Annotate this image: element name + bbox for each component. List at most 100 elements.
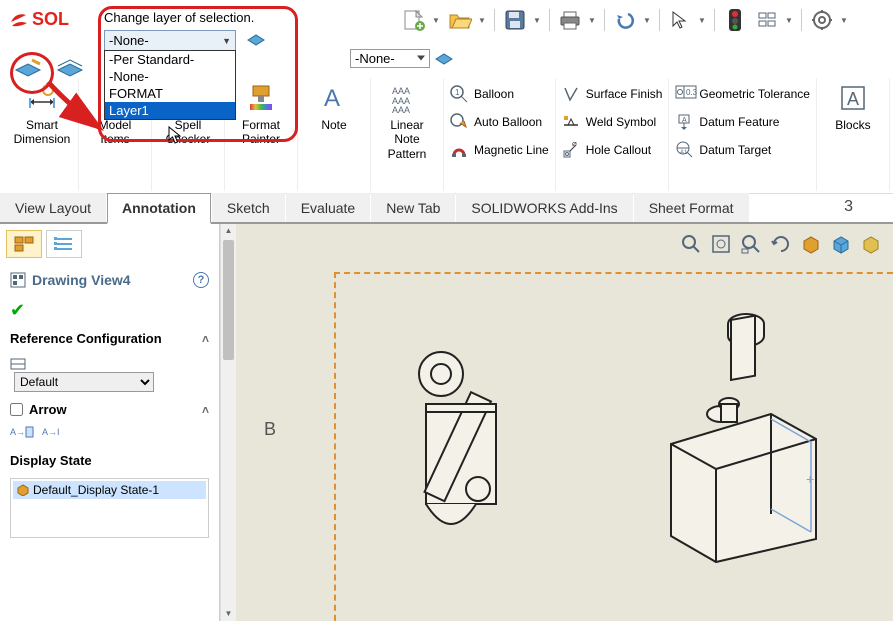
scroll-thumb[interactable] [223, 240, 234, 360]
surface-finish-button[interactable]: Surface Finish [562, 82, 663, 106]
tab-new[interactable]: New Tab [371, 193, 455, 222]
section-view-icon[interactable] [797, 230, 825, 258]
auto-balloon-button[interactable]: Auto Balloon [450, 110, 549, 134]
app-logo: SOL [8, 8, 69, 30]
drawing-canvas[interactable]: B [236, 224, 893, 621]
layer-option-format[interactable]: FORMAT [105, 85, 235, 102]
undo-button[interactable] [611, 6, 639, 34]
select-dropdown[interactable]: ▼ [698, 16, 708, 25]
print-button[interactable] [556, 6, 584, 34]
weld-symbol-icon [562, 113, 580, 131]
options-button[interactable] [753, 6, 781, 34]
note-button[interactable]: A Note [304, 78, 364, 132]
magnetic-line-icon [450, 141, 468, 159]
layer-toolbar-2-icon[interactable] [56, 58, 86, 80]
blocks-button[interactable]: A Blocks [823, 78, 883, 132]
format-painter-icon [245, 82, 277, 114]
tab-evaluate[interactable]: Evaluate [286, 193, 370, 222]
svg-text:+: + [806, 471, 814, 487]
open-dropdown[interactable]: ▼ [478, 16, 488, 25]
balloon-icon: 1 [450, 85, 468, 103]
panel-title: Drawing View4 [32, 272, 131, 288]
ref-config-select[interactable]: Default [14, 372, 154, 392]
arrow-dir-1-icon[interactable]: A→I [10, 425, 34, 439]
svg-text:A: A [847, 89, 859, 109]
zoom-area-icon[interactable] [737, 230, 765, 258]
svg-text:A: A [324, 85, 340, 112]
hole-callout-button[interactable]: ⌀ Hole Callout [562, 138, 663, 162]
layer-tooltip: Change layer of selection. [104, 10, 254, 25]
balloon-label: Balloon [474, 87, 514, 101]
datum-feature-button[interactable]: ADatum Feature [675, 110, 810, 134]
weld-symbol-button[interactable]: Weld Symbol [562, 110, 663, 134]
linear-note-pattern-label: Linear Note Pattern [377, 118, 437, 161]
hole-callout-label: Hole Callout [586, 143, 651, 157]
linear-note-pattern-button[interactable]: AAAAAAAAA Linear Note Pattern [377, 78, 437, 161]
help-icon[interactable]: ? [193, 272, 209, 288]
display-state-section[interactable]: Display State [0, 447, 219, 474]
new-button[interactable] [400, 6, 428, 34]
blocks-icon: A [837, 82, 869, 114]
traffic-light-icon[interactable] [721, 6, 749, 34]
layer-toolbar-1-icon[interactable] [14, 58, 44, 80]
undo-dropdown[interactable]: ▼ [643, 16, 653, 25]
svg-text:A1: A1 [680, 150, 688, 156]
tab-sheet-format[interactable]: Sheet Format [634, 193, 749, 222]
panel-tab-2[interactable] [46, 230, 82, 258]
datum-target-button[interactable]: A1Datum Target [675, 138, 810, 162]
layer-combo[interactable]: -None- ▼ [104, 30, 236, 51]
smart-dimension-label: Smart Dimension [12, 118, 72, 147]
display-style-icon[interactable] [827, 230, 855, 258]
ok-check-icon[interactable]: ✔ [0, 296, 219, 325]
open-button[interactable] [446, 6, 474, 34]
chevron-up-icon: ˄ [202, 403, 209, 417]
save-dropdown[interactable]: ▼ [533, 16, 543, 25]
panel-tab-1[interactable] [6, 230, 42, 258]
layer-option-layer1[interactable]: Layer1 [105, 102, 235, 119]
zoom-fit-icon[interactable] [707, 230, 735, 258]
panel-scrollbar[interactable]: ▲ ▼ [220, 224, 236, 621]
magnetic-line-label: Magnetic Line [474, 143, 549, 157]
view-rotate-icon[interactable] [767, 230, 795, 258]
new-dropdown[interactable]: ▼ [432, 16, 442, 25]
display-state-item[interactable]: Default_Display State-1 [13, 481, 206, 499]
settings-dropdown[interactable]: ▼ [840, 16, 850, 25]
blocks-label: Blocks [835, 118, 870, 132]
arrow-dir-2-icon[interactable]: A→I [42, 425, 66, 439]
layer-dropdown-list[interactable]: -Per Standard- -None- FORMAT Layer1 [104, 50, 236, 120]
select-button[interactable] [666, 6, 694, 34]
layer-eraser-icon[interactable] [246, 30, 266, 46]
svg-text:A→I: A→I [42, 427, 60, 437]
drawing-view-iso[interactable]: + [651, 304, 831, 564]
geometric-tolerance-button[interactable]: 0.3Geometric Tolerance [675, 82, 810, 106]
tab-sketch[interactable]: Sketch [212, 193, 285, 222]
ref-config-section[interactable]: Reference Configuration˄ [0, 325, 219, 352]
magnetic-line-button[interactable]: Magnetic Line [450, 138, 549, 162]
arrow-checkbox[interactable] [10, 403, 23, 416]
smart-dimension-button[interactable]: Smart Dimension [12, 78, 72, 147]
balloon-button[interactable]: 1 Balloon [450, 82, 549, 106]
ribbon-tabs: View Layout Annotation Sketch Evaluate N… [0, 194, 893, 224]
print-dropdown[interactable]: ▼ [588, 16, 598, 25]
display-state-list[interactable]: Default_Display State-1 [10, 478, 209, 538]
tab-annotation[interactable]: Annotation [107, 193, 211, 224]
tab-view-layout[interactable]: View Layout [0, 193, 106, 222]
settings-gear-icon[interactable] [808, 6, 836, 34]
linear-note-pattern-icon: AAAAAAAAA [391, 82, 423, 114]
layer-option-none[interactable]: -None- [105, 68, 235, 85]
save-button[interactable] [501, 6, 529, 34]
drawing-view-front[interactable] [396, 344, 526, 574]
scroll-up-icon[interactable]: ▲ [221, 224, 236, 238]
format-painter-label: Format Painter [231, 118, 291, 147]
arrow-section[interactable]: Arrow ˄ [0, 396, 219, 423]
zoom-window-icon[interactable] [677, 230, 705, 258]
layer-option-per-standard[interactable]: -Per Standard- [105, 51, 235, 68]
options-dropdown[interactable]: ▼ [785, 16, 795, 25]
hide-show-icon[interactable] [857, 230, 885, 258]
format-painter-button[interactable]: Format Painter [231, 78, 291, 147]
svg-text:⌀: ⌀ [572, 141, 577, 148]
layer-move-icon[interactable] [434, 49, 456, 67]
tab-addins[interactable]: SOLIDWORKS Add-Ins [456, 193, 632, 222]
layer-select-secondary[interactable]: -None- [350, 49, 430, 68]
scroll-down-icon[interactable]: ▼ [221, 607, 236, 621]
